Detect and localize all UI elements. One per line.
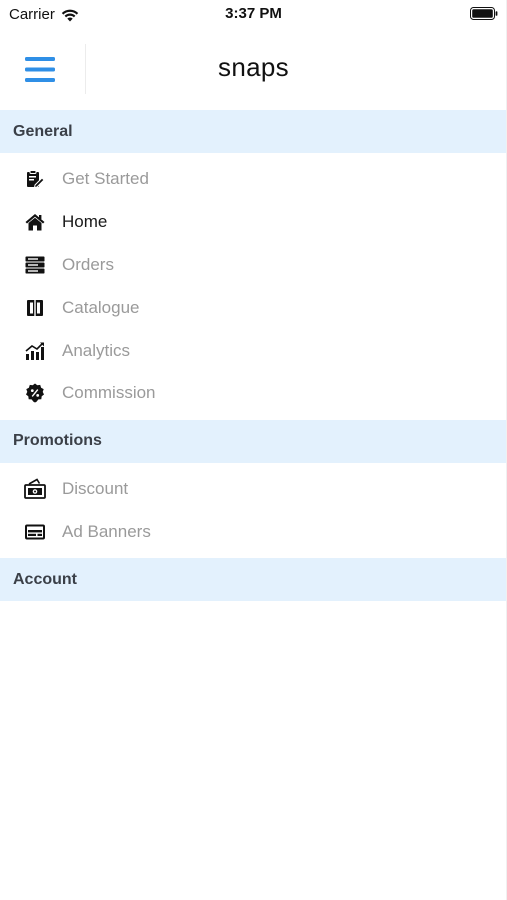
menu-item-label: Analytics <box>62 340 131 360</box>
menu-item-get-started[interactable]: Get Started <box>0 158 506 201</box>
book-catalogue-icon <box>24 297 46 319</box>
side-menu: General Get Started Home Orders Catalogu… <box>0 110 506 602</box>
server-stack-icon <box>24 254 46 276</box>
menu-item-ad-banners[interactable]: Ad Banners <box>0 511 506 554</box>
menu-item-label: Get Started <box>62 169 149 189</box>
section-header-account: Account <box>0 558 506 602</box>
menu-item-label: Commission <box>62 383 156 403</box>
section-header-general: General <box>0 110 506 153</box>
menu-item-orders[interactable]: Orders <box>0 244 506 287</box>
home-icon <box>24 211 46 233</box>
status-bar: Carrier 3:37 PM <box>0 0 507 30</box>
clock-time: 3:37 PM <box>225 5 282 22</box>
menu-item-discount[interactable]: Discount <box>0 468 506 511</box>
menu-item-label: Orders <box>62 254 114 274</box>
menu-item-label: Ad Banners <box>62 521 151 541</box>
menu-item-analytics[interactable]: Analytics <box>0 329 506 372</box>
section-list-promotions: Discount Ad Banners <box>0 463 506 559</box>
percent-badge-icon <box>24 382 46 404</box>
menu-item-commission[interactable]: Commission <box>0 372 506 415</box>
clipboard-edit-icon <box>24 168 46 190</box>
ad-banner-icon <box>24 521 46 543</box>
app-header: snaps <box>0 30 507 110</box>
menu-item-label: Home <box>62 212 108 232</box>
menu-item-home[interactable]: Home <box>0 201 506 244</box>
menu-item-catalogue[interactable]: Catalogue <box>0 286 506 329</box>
battery-icon <box>470 7 498 20</box>
app-title: snaps <box>218 52 289 82</box>
money-discount-icon <box>24 478 46 500</box>
section-list-general: Get Started Home Orders Catalogue Analyt… <box>0 153 506 420</box>
analytics-chart-icon <box>24 340 46 362</box>
section-header-promotions: Promotions <box>0 419 506 463</box>
menu-item-label: Catalogue <box>62 297 140 317</box>
menu-item-label: Discount <box>62 479 129 499</box>
